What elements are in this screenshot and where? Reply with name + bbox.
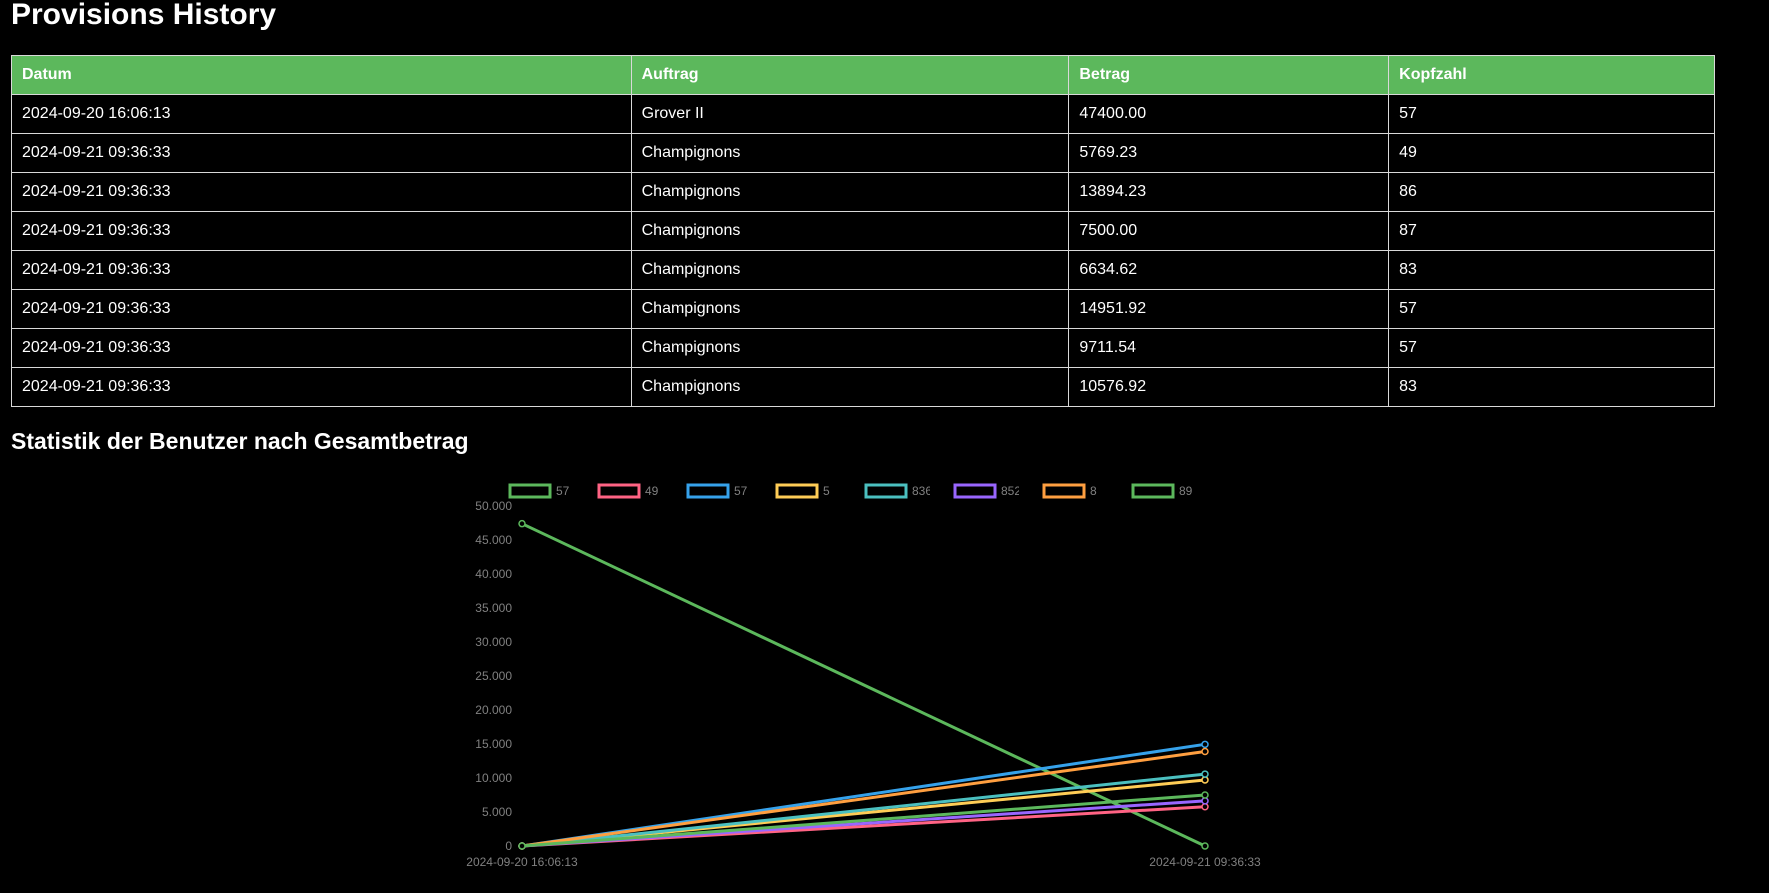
cell-kopfzahl: 57 bbox=[1388, 94, 1715, 134]
legend-label: 57 bbox=[734, 484, 748, 498]
column-header-datum: Datum bbox=[11, 55, 632, 95]
table-header-row: Datum Auftrag Betrag Kopfzahl bbox=[11, 55, 1715, 95]
cell-kopfzahl-value: 87 bbox=[1399, 222, 1417, 239]
cell-kopfzahl-value: 83 bbox=[1399, 261, 1417, 278]
table-row: 2024-09-21 09:36:33 Champignons 7500.00 … bbox=[11, 211, 1715, 251]
legend-swatch bbox=[597, 483, 641, 499]
legend-label: 852 bbox=[1001, 484, 1021, 498]
series-line bbox=[521, 793, 1206, 848]
legend-label: 57 bbox=[556, 484, 570, 498]
legend-swatch bbox=[1131, 483, 1175, 499]
cell-auftrag: Champignons bbox=[630, 289, 1070, 329]
cell-kopfzahl: 57 bbox=[1388, 328, 1715, 368]
data-point bbox=[1201, 842, 1209, 850]
legend-label: 836 bbox=[912, 484, 932, 498]
legend-swatch bbox=[686, 483, 730, 499]
data-point bbox=[1201, 776, 1209, 784]
table-row: 2024-09-21 09:36:33 Champignons 10576.92… bbox=[11, 367, 1715, 407]
chart-heading: Statistik der Benutzer nach Gesamtbetrag bbox=[11, 428, 469, 454]
cell-betrag: 5769.23 bbox=[1068, 133, 1390, 173]
data-point bbox=[1201, 803, 1209, 811]
data-point bbox=[1201, 791, 1209, 799]
cell-kopfzahl: 83 bbox=[1388, 367, 1715, 407]
table-row: 2024-09-20 16:06:13 Grover II 47400.00 5… bbox=[11, 94, 1715, 134]
y-tick-label: 30.000 bbox=[475, 635, 512, 649]
x-tick-label: 2024-09-21 09:36:33 bbox=[1149, 855, 1261, 869]
legend-label: 89 bbox=[1179, 484, 1193, 498]
cell-datum: 2024-09-21 09:36:33 bbox=[11, 367, 632, 407]
cell-auftrag: Grover II bbox=[630, 94, 1070, 134]
cell-auftrag: Champignons bbox=[630, 211, 1070, 251]
data-point bbox=[1201, 740, 1209, 749]
page: Provisions History Datum Auftrag Betrag … bbox=[0, 0, 1769, 893]
column-header-betrag: Betrag bbox=[1068, 55, 1390, 95]
cell-datum: 2024-09-21 09:36:33 bbox=[11, 328, 632, 368]
cell-kopfzahl-value: 57 bbox=[1399, 300, 1417, 317]
cell-kopfzahl: 86 bbox=[1388, 172, 1715, 212]
legend-swatch bbox=[864, 483, 908, 499]
column-header-kopfzahl: Kopfzahl bbox=[1388, 55, 1715, 95]
cell-datum: 2024-09-21 09:36:33 bbox=[11, 133, 632, 173]
column-header-auftrag: Auftrag bbox=[630, 55, 1070, 95]
cell-auftrag: Champignons bbox=[630, 250, 1070, 290]
cell-kopfzahl-value: 83 bbox=[1399, 378, 1417, 395]
cell-betrag: 6634.62 bbox=[1068, 250, 1390, 290]
cell-kopfzahl: 49 bbox=[1388, 133, 1715, 173]
cell-kopfzahl-value: 86 bbox=[1399, 183, 1417, 200]
legend-swatch bbox=[775, 483, 819, 499]
data-point bbox=[518, 519, 526, 528]
legend-swatch bbox=[508, 483, 552, 499]
y-tick-label: 10.000 bbox=[475, 771, 512, 785]
x-tick-label: 2024-09-20 16:06:13 bbox=[466, 855, 578, 869]
y-tick-label: 50.000 bbox=[475, 499, 512, 513]
cell-auftrag: Champignons bbox=[630, 133, 1070, 173]
cell-kopfzahl-value: 57 bbox=[1399, 105, 1417, 122]
cell-betrag: 13894.23 bbox=[1068, 172, 1390, 212]
table-row: 2024-09-21 09:36:33 Champignons 14951.92… bbox=[11, 289, 1715, 329]
legend-swatch bbox=[1042, 483, 1086, 499]
user-total-line-chart: 0 5.000 10.000 15.000 20.000 25.000 30.000 35.0… bbox=[466, 483, 1261, 869]
y-tick-label: 15.000 bbox=[475, 737, 512, 751]
series-line bbox=[521, 772, 1206, 848]
legend-label: 8 bbox=[1090, 484, 1097, 498]
data-point bbox=[518, 842, 526, 850]
legend-swatch bbox=[953, 483, 997, 499]
cell-kopfzahl: 83 bbox=[1388, 250, 1715, 290]
provisions-table: Datum Auftrag Betrag Kopfzahl 2024-09-20… bbox=[11, 55, 1715, 407]
table-row: 2024-09-21 09:36:33 Champignons 6634.62 … bbox=[11, 250, 1715, 290]
cell-datum: 2024-09-21 09:36:33 bbox=[11, 250, 632, 290]
data-point bbox=[1201, 770, 1209, 778]
cell-datum: 2024-09-21 09:36:33 bbox=[11, 211, 632, 251]
y-tick-label: 5.000 bbox=[482, 805, 512, 819]
page-title: Provisions History bbox=[11, 0, 277, 31]
cell-betrag: 14951.92 bbox=[1068, 289, 1390, 329]
cell-betrag: 7500.00 bbox=[1068, 211, 1390, 251]
legend-label: 49 bbox=[645, 484, 659, 498]
cell-datum: 2024-09-21 09:36:33 bbox=[11, 172, 632, 212]
cell-datum: 2024-09-21 09:36:33 bbox=[11, 289, 632, 329]
cell-betrag: 10576.92 bbox=[1068, 367, 1390, 407]
legend-label: 5 bbox=[823, 484, 830, 498]
cell-auftrag: Champignons bbox=[630, 328, 1070, 368]
cell-auftrag: Champignons bbox=[630, 172, 1070, 212]
y-tick-label: 25.000 bbox=[475, 669, 512, 683]
table-row: 2024-09-21 09:36:33 Champignons 13894.23… bbox=[11, 172, 1715, 212]
cell-kopfzahl-value: 57 bbox=[1399, 339, 1417, 356]
cell-auftrag: Champignons bbox=[630, 367, 1070, 407]
data-point bbox=[1201, 797, 1209, 805]
y-tick-label: 35.000 bbox=[475, 601, 512, 615]
y-tick-label: 20.000 bbox=[475, 703, 512, 717]
cell-datum: 2024-09-20 16:06:13 bbox=[11, 94, 632, 134]
cell-kopfzahl-value: 49 bbox=[1399, 144, 1417, 161]
cell-kopfzahl: 87 bbox=[1388, 211, 1715, 251]
cell-kopfzahl: 57 bbox=[1388, 289, 1715, 329]
table-row: 2024-09-21 09:36:33 Champignons 5769.23 … bbox=[11, 133, 1715, 173]
y-tick-label: 45.000 bbox=[475, 533, 512, 547]
cell-betrag: 47400.00 bbox=[1068, 94, 1390, 134]
table-row: 2024-09-21 09:36:33 Champignons 9711.54 … bbox=[11, 328, 1715, 368]
y-tick-label: 40.000 bbox=[475, 567, 512, 581]
y-tick-label: 0 bbox=[505, 839, 512, 853]
cell-betrag: 9711.54 bbox=[1068, 328, 1390, 368]
data-point bbox=[1201, 747, 1209, 756]
